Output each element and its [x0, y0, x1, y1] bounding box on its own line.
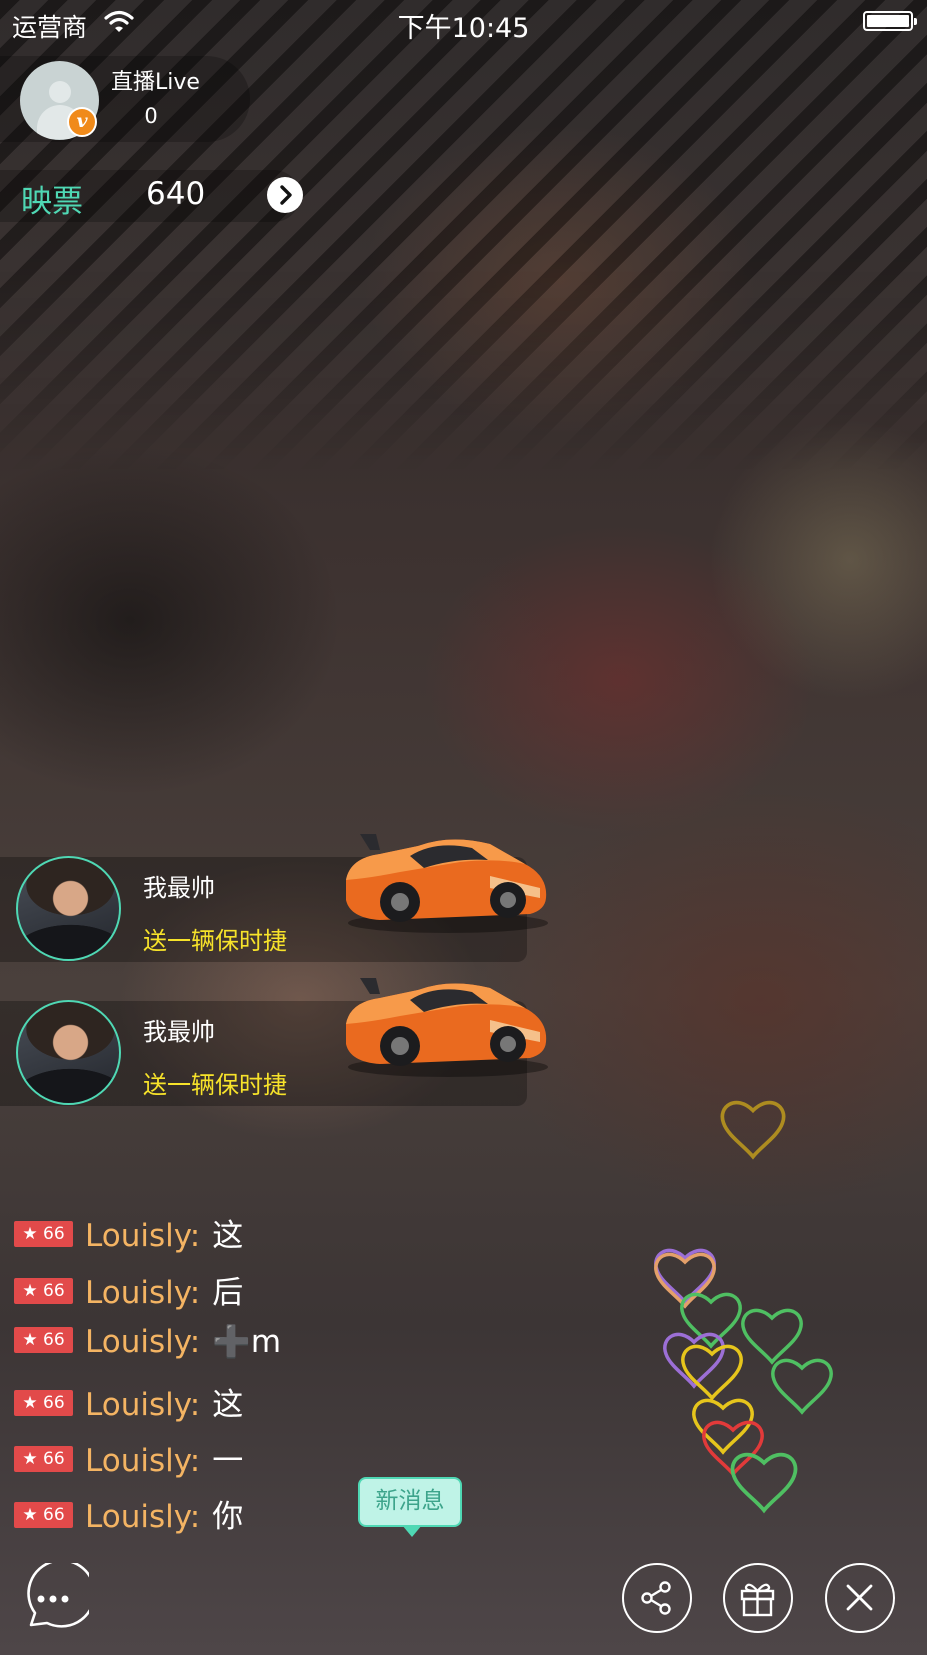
verified-badge: v [67, 107, 97, 137]
chat-username[interactable]: Louisly: [85, 1387, 200, 1423]
chat-text: 这 [212, 1387, 244, 1423]
gift-description: 送一辆保时捷 [143, 1071, 287, 1099]
sender-avatar[interactable] [16, 1000, 121, 1105]
chat-bubble-icon [27, 1563, 89, 1628]
close-button[interactable] [825, 1563, 895, 1633]
share-button[interactable] [622, 1563, 692, 1633]
chat-username[interactable]: Louisly: [85, 1275, 200, 1311]
share-icon [641, 1581, 671, 1615]
gift-button[interactable] [723, 1563, 793, 1633]
battery-icon [863, 11, 917, 31]
gift-sender: 我最帅 [143, 874, 215, 902]
gift-description: 送一辆保时捷 [143, 927, 287, 955]
level-badge: ★ 66 [14, 1220, 73, 1247]
chat-message: ★ 66 Louisly: 后 [14, 1267, 243, 1311]
level-badge: ★ 66 [14, 1445, 73, 1472]
level-badge: ★ 66 [14, 1389, 73, 1416]
chat-message: ★ 66 Louisly: 你 [14, 1491, 243, 1535]
chat-message: ★ 66 Louisly: 这 [14, 1379, 243, 1423]
floating-hearts-icon [654, 1100, 833, 1513]
new-message-bubble-tail [402, 1525, 422, 1537]
chat-message: ★ 66 Louisly: 这 [14, 1210, 243, 1254]
clock: 下午10:45 [397, 13, 530, 44]
host-name: 直播Live [111, 70, 200, 95]
sports-car-icon [346, 978, 548, 1077]
chat-text: ➕m [212, 1324, 282, 1360]
tickets-value: 640 [146, 176, 206, 212]
gift-box-icon [740, 1583, 775, 1617]
chat-username[interactable]: Louisly: [85, 1443, 200, 1479]
level-badge: ★ 66 [14, 1326, 73, 1353]
chat-username[interactable]: Louisly: [85, 1218, 200, 1254]
chat-message: ★ 66 Louisly: 一 [14, 1435, 243, 1479]
chevron-right-icon[interactable] [267, 177, 303, 213]
chat-message: ★ 66 Louisly: ➕m [14, 1323, 281, 1363]
close-icon [846, 1584, 873, 1611]
status-bar: 运营商 下午10:45 [0, 0, 927, 44]
chat-username[interactable]: Louisly: [85, 1499, 200, 1535]
level-badge: ★ 66 [14, 1277, 73, 1304]
chat-text: 后 [212, 1275, 244, 1311]
chat-text: 一 [212, 1443, 244, 1479]
tickets-label: 映票 [21, 184, 83, 220]
chat-button[interactable] [17, 1563, 89, 1635]
gift-sender: 我最帅 [143, 1018, 215, 1046]
audience-count: 0 [144, 104, 158, 128]
chat-username[interactable]: Louisly: [85, 1324, 200, 1360]
chat-text: 这 [212, 1218, 244, 1254]
level-badge: ★ 66 [14, 1501, 73, 1528]
new-message-bubble[interactable]: 新消息 [358, 1477, 462, 1527]
sports-car-icon [346, 834, 548, 933]
chat-text: 你 [212, 1499, 244, 1535]
sender-avatar[interactable] [16, 856, 121, 961]
